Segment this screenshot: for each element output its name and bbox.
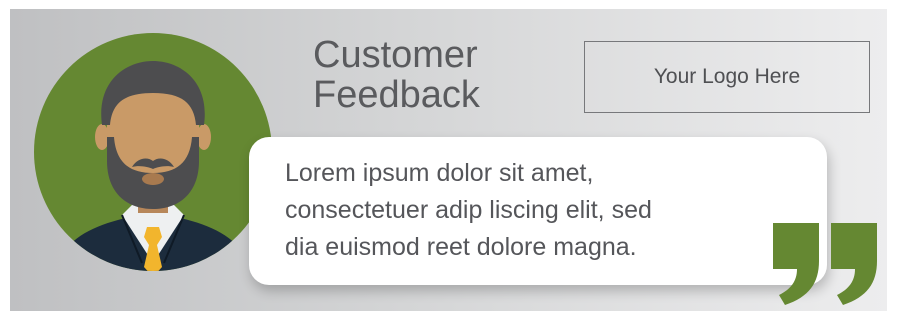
logo-label: Your Logo Here: [653, 65, 801, 88]
testimonial-line-2: consectetuer adip liscing elit, sed: [285, 196, 652, 224]
speech-bubble: Lorem ipsum dolor sit amet, consectetuer…: [249, 137, 827, 285]
title-line-1: Customer: [313, 34, 478, 76]
closing-quote-icon: [773, 223, 877, 305]
avatar: [34, 33, 272, 271]
testimonial-card: Customer Feedback Your Logo Here Lorem i…: [10, 9, 887, 311]
logo-placeholder: Your Logo Here: [584, 41, 870, 113]
page-title: Customer Feedback: [313, 35, 480, 115]
title-line-2: Feedback: [313, 74, 480, 116]
testimonial-line-3: dia euismod reet dolore magna.: [285, 233, 637, 261]
testimonial-text: Lorem ipsum dolor sit amet, consectetuer…: [285, 155, 652, 266]
testimonial-line-1: Lorem ipsum dolor sit amet,: [285, 159, 594, 187]
